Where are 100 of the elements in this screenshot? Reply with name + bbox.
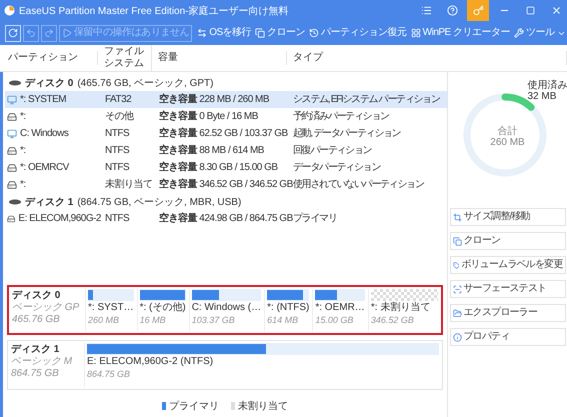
history-icon [309, 28, 320, 38]
partition-row[interactable]: E: ELECOM,960G-2 NTFS 空き容量 424.98 GB / 864.75 GBプライマリ [5, 210, 447, 227]
action-button[interactable]: サイズ調整/移動 [450, 208, 566, 226]
logo-icon [4, 5, 15, 16]
partition-name: C: Windows [20, 128, 68, 140]
segment-size: 260 MB [88, 315, 120, 326]
legend-label: 未割り当て [238, 400, 288, 413]
used-label: 使用済み 32 MB [528, 80, 567, 102]
segment-label: *: OEMR… [315, 302, 365, 314]
file-system: 未割り当て [104, 178, 154, 190]
segment-size: 864.75 GB [87, 369, 132, 380]
column-header[interactable]: ファイルシステム [98, 45, 152, 71]
toolbar-button[interactable]: クローン [254, 24, 306, 42]
legend-label: プライマリ [169, 400, 219, 413]
action-button[interactable]: ボリュームラベルを変更 [450, 256, 566, 274]
partition-row[interactable]: *: SYSTEM FAT32 空き容量 228 MB / 260 MB システム, EFIシステム パーティション [5, 91, 447, 108]
maximize-icon [526, 6, 534, 15]
partition-row[interactable]: *: 未割り当て 空き容量 346.52 GB / 346.52 GB使用されていないパーティション [5, 176, 447, 193]
toolbar-button[interactable]: パーティション復元 [308, 24, 408, 42]
play-icon [62, 28, 72, 38]
segment-size: 16 MB [140, 315, 167, 326]
column-header[interactable]: 容量 [152, 51, 287, 65]
disk-title: ディスク 1 [11, 343, 60, 356]
drive-icon [7, 214, 16, 224]
action-button[interactable]: クローン [450, 232, 566, 250]
partition-name: *: OEMRCV [20, 162, 69, 174]
disk-info: (465.76 GB, ベーシック, GPT) [77, 76, 214, 90]
help-icon [446, 5, 458, 16]
tag-icon [452, 260, 460, 270]
partition-type: データパーティション [292, 162, 382, 174]
disk-map-card[interactable]: ディスク 0 ベーシック GP 465.76 GB *: SYST… 260 MB *: (その他) 16 MB C: Windows (… 103.37 GB *: (NTFS) 614 MB *: OEMR… 15.00 GB *: 未割り当て 346.52 GB [7, 285, 443, 335]
copy-icon [452, 236, 462, 246]
column-header[interactable]: パーティション [2, 51, 98, 65]
refresh-button[interactable] [5, 24, 21, 42]
drive-icon [7, 180, 17, 190]
file-system: NTFS [104, 212, 130, 224]
segment-size: 103.37 GB [192, 315, 236, 326]
column-header[interactable]: タイプ [287, 51, 567, 65]
partition-type: プライマリ [292, 212, 338, 224]
close-icon [550, 5, 562, 16]
partition-row[interactable]: *: NTFS 空き容量 88 MB / 614 MB 回復パーティション [5, 142, 447, 159]
wrench-icon [514, 28, 524, 38]
action-button[interactable]: サーフェーステスト [450, 280, 566, 298]
disk-size: 465.76 GB [12, 314, 61, 326]
toolbar-button[interactable]: OSを移行 [196, 24, 252, 42]
disk-style: ベーシック M [11, 356, 74, 368]
capacity: 空き容量 0 Byte / 16 MB [158, 110, 259, 122]
partition-row[interactable]: C: Windows NTFS 空き容量 62.52 GB / 103.37 GB 起動, データパーティション [5, 125, 447, 142]
toolbar-button[interactable]: ツール [513, 24, 566, 42]
disk-map-card[interactable]: ディスク 1 ベーシック M 864.75 GB E: ELECOM,960G-2 (NTFS) 864.75 GB [7, 340, 443, 390]
info-icon [452, 332, 462, 342]
segment-label: C: Windows (… [192, 302, 262, 314]
partition-row[interactable]: *: OEMRCV NTFS 空き容量 8.30 GB / 15.00 GB データパーティション [5, 159, 447, 176]
partition-type: 起動, データパーティション [292, 128, 402, 140]
key-button[interactable] [467, 0, 489, 21]
toolbar-button[interactable]: WinPE クリエーター [410, 24, 511, 42]
arrows-icon [197, 28, 208, 38]
partition-type: 予約済みパーティション [292, 110, 390, 122]
monitor-icon [7, 128, 17, 138]
disk-name: ディスク 0 [25, 76, 74, 90]
monitor-icon [7, 94, 17, 104]
capacity: 空き容量 88 MB / 614 MB [158, 144, 265, 156]
total-label: 合計 260 MB [489, 126, 526, 148]
disk-info: (864.75 GB, ベーシック, MBR, USB) [77, 196, 242, 208]
capacity: 空き容量 8.30 GB / 15.00 GB [158, 162, 279, 174]
action-button[interactable]: エクスプローラー [450, 304, 566, 322]
file-system: NTFS [104, 162, 130, 174]
segment-size: 614 MB [267, 315, 300, 326]
partition-type: システム, EFIシステム パーティション [292, 94, 441, 106]
folder-icon [452, 308, 462, 318]
drive-icon [7, 162, 17, 172]
key-icon [472, 5, 484, 16]
file-system: NTFS [104, 128, 130, 140]
segment-label: *: 未割り当て [370, 302, 432, 314]
file-system: NTFS [104, 144, 130, 156]
action-button[interactable]: プロパティ [450, 328, 566, 346]
window-title: EaseUS Partition Master Free Edition-家庭ユーザー向け無料 [19, 4, 290, 18]
segment-label: *: (その他) [140, 302, 186, 314]
segment-size: 15.00 GB [315, 315, 354, 326]
disk-name: ディスク 1 [25, 196, 74, 208]
segment-label: E: ELECOM,960G-2 (NTFS) [87, 356, 214, 368]
disk-icon [9, 198, 21, 204]
scan-icon [452, 284, 462, 294]
crop-icon [452, 212, 462, 222]
disk-icon [9, 80, 21, 86]
partition-type: 回復パーティション [292, 144, 372, 156]
capacity: 空き容量 228 MB / 260 MB [158, 94, 270, 106]
refresh-icon [8, 28, 18, 38]
segment-label: *: (NTFS) [267, 302, 310, 314]
partition-name: *: SYSTEM [20, 94, 66, 106]
drive-icon [7, 112, 17, 122]
legend-swatch [162, 402, 166, 410]
capacity: 空き容量 62.52 GB / 103.37 GB [158, 128, 289, 140]
drive-icon [7, 146, 17, 156]
segment-size: 346.52 GB [370, 315, 415, 326]
partition-row[interactable]: *: その他 空き容量 0 Byte / 16 MB 予約済みパーティション [5, 108, 447, 125]
disk-title: ディスク 0 [12, 289, 62, 302]
partition-name: E: ELECOM,960G-2 [18, 212, 101, 224]
disk-style: ベーシック GP [12, 302, 80, 314]
disk-size: 864.75 GB [11, 368, 60, 380]
